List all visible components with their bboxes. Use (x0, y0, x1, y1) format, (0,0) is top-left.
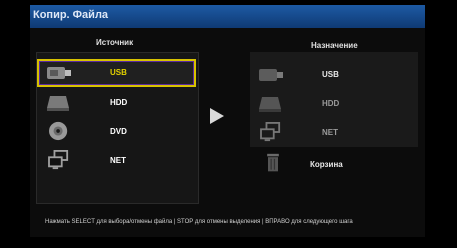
source-item-usb[interactable]: USB (40, 60, 195, 86)
destination-item-label: Корзина (310, 160, 343, 169)
source-item-net[interactable]: NET (40, 148, 195, 174)
source-item-hdd[interactable]: HDD (40, 90, 195, 116)
source-item-label: DVD (110, 127, 127, 136)
dialog-title: Копир. Файла (33, 9, 109, 21)
usb-drive-icon (47, 67, 71, 79)
destination-item-label: HDD (322, 99, 340, 108)
destination-header: Назначение (311, 41, 358, 50)
network-icon (260, 122, 281, 142)
destination-item-label: USB (322, 70, 339, 79)
source-item-label: NET (110, 156, 126, 165)
destination-item-net[interactable]: NET (252, 120, 416, 146)
source-header: Источник (96, 38, 134, 47)
footer-hint: Нажмать SELECT для выбора/отмены файла |… (45, 219, 353, 225)
next-arrow-icon[interactable] (210, 108, 224, 124)
dvd-icon (49, 121, 68, 141)
network-icon (48, 150, 69, 170)
trash-icon (267, 153, 279, 172)
source-item-label: HDD (110, 98, 128, 107)
destination-item-usb[interactable]: USB (252, 62, 416, 88)
destination-item-trash[interactable]: Корзина (252, 152, 416, 178)
usb-drive-icon (259, 69, 283, 81)
source-item-dvd[interactable]: DVD (40, 119, 195, 145)
hdd-icon (47, 96, 69, 111)
destination-item-label: NET (322, 128, 338, 137)
source-item-label: USB (110, 68, 127, 77)
destination-item-hdd[interactable]: HDD (252, 91, 416, 117)
hdd-icon (259, 97, 281, 112)
